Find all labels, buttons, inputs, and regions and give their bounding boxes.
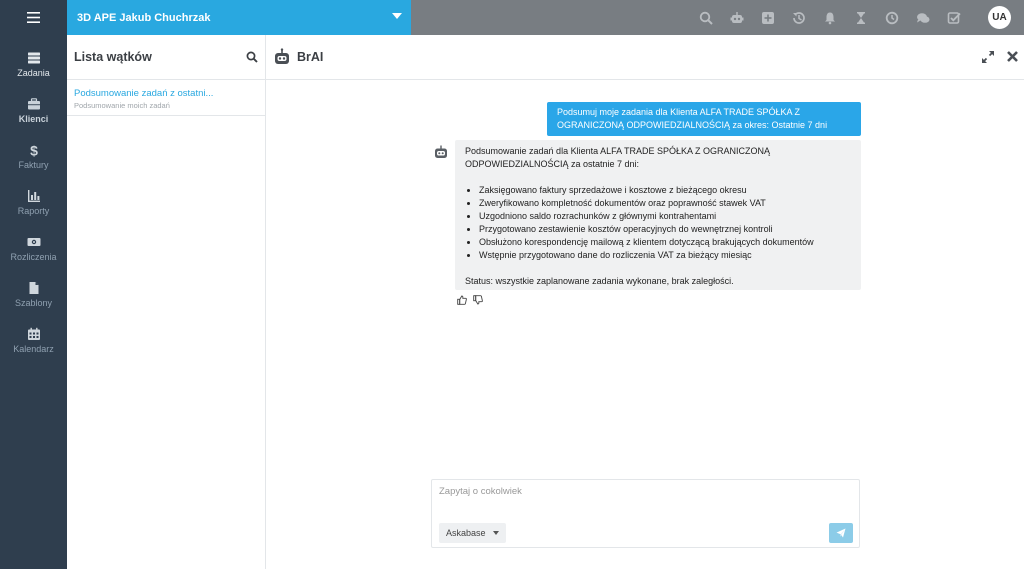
message-feedback xyxy=(457,295,483,305)
bell-icon xyxy=(824,12,835,24)
expand-icon[interactable] xyxy=(981,50,995,64)
add-button[interactable] xyxy=(752,0,783,35)
file-icon xyxy=(29,281,38,294)
top-bar: 3D APE Jakub Chuchrzak UA xyxy=(0,0,1024,35)
sidebar-item-label: Klienci xyxy=(18,113,49,124)
list-item: Wstępnie przygotowano dane do rozliczeni… xyxy=(479,249,851,262)
sidebar-item-szablony[interactable]: Szablony xyxy=(0,271,67,317)
clock-icon xyxy=(885,11,898,24)
svg-text:$: $ xyxy=(30,143,38,157)
company-selector[interactable]: 3D APE Jakub Chuchrzak xyxy=(67,0,411,35)
robot-icon xyxy=(275,48,289,64)
send-button[interactable] xyxy=(829,523,853,543)
caret-down-icon xyxy=(392,13,402,19)
ai-assistant-button[interactable] xyxy=(721,0,752,35)
hamburger-icon xyxy=(27,12,40,23)
chat-title: BrAI xyxy=(297,50,324,64)
chat-icon xyxy=(916,12,929,23)
sidebar-item-label: Raporty xyxy=(17,205,50,216)
thread-list-header: Lista wątków xyxy=(67,35,344,80)
company-name: 3D APE Jakub Chuchrzak xyxy=(77,11,211,24)
sidebar-item-klienci[interactable]: Klienci xyxy=(0,87,67,133)
send-icon xyxy=(836,528,846,538)
sidebar-item-zadania[interactable]: Zadania xyxy=(0,41,67,87)
sidebar-item-label: Szablony xyxy=(14,297,53,308)
sidebar: Zadania Klienci $ Faktury Raporty Rozlic… xyxy=(0,35,67,569)
time-tracking-button[interactable] xyxy=(876,0,907,35)
notifications-button[interactable] xyxy=(814,0,845,35)
search-icon xyxy=(699,11,713,25)
sidebar-item-label: Zadania xyxy=(17,67,50,78)
search-button[interactable] xyxy=(690,0,721,35)
list-item: Uzgodniono saldo rozrachunków z głównymi… xyxy=(479,210,851,223)
money-icon xyxy=(27,237,40,246)
checkbox-icon xyxy=(947,11,961,24)
sidebar-item-faktury[interactable]: $ Faktury xyxy=(0,133,67,179)
sidebar-item-label: Rozliczenia xyxy=(10,251,57,262)
sidebar-item-raporty[interactable]: Raporty xyxy=(0,179,67,225)
bot-message-bubble: Podsumowanie zadań dla Klienta ALFA TRAD… xyxy=(455,140,861,290)
close-icon[interactable] xyxy=(1006,50,1019,63)
list-item: Zaksięgowano faktury sprzedażowe i koszt… xyxy=(479,184,851,197)
thread-list-panel: Lista wątków Podsumowanie zadań z ostatn… xyxy=(67,35,344,569)
knowledge-base-value: Askabase xyxy=(446,528,486,538)
chart-icon xyxy=(27,189,40,202)
list-item: Przygotowano zestawienie kosztów operacy… xyxy=(479,223,851,236)
knowledge-base-select[interactable]: Askabase xyxy=(439,523,506,543)
messages-button[interactable] xyxy=(907,0,938,35)
thumbs-up-icon[interactable] xyxy=(457,295,467,305)
bot-message-intro: Podsumowanie zadań dla Klienta ALFA TRAD… xyxy=(465,146,770,169)
history-icon xyxy=(792,11,805,24)
thread-list-item[interactable]: Podsumowanie zadań z ostatni... Podsumow… xyxy=(67,80,265,116)
thread-title: Podsumowanie zadań z ostatni... xyxy=(74,88,214,99)
hamburger-menu-button[interactable] xyxy=(0,0,67,35)
sidebar-item-rozliczenia[interactable]: Rozliczenia xyxy=(0,225,67,271)
bot-message-status: Status: wszystkie zaplanowane zadania wy… xyxy=(465,276,734,286)
user-avatar[interactable]: UA xyxy=(988,6,1011,29)
sidebar-item-kalendarz[interactable]: Kalendarz xyxy=(0,317,67,363)
list-item: Obsłużono korespondencję mailową z klien… xyxy=(479,236,851,249)
approvals-button[interactable] xyxy=(938,0,969,35)
plus-square-icon xyxy=(761,11,774,24)
robot-icon xyxy=(435,145,447,158)
robot-icon xyxy=(730,11,743,23)
timer-button[interactable] xyxy=(845,0,876,35)
thread-list-title: Lista wątków xyxy=(74,50,152,64)
hourglass-icon xyxy=(856,11,865,24)
bot-message-list: Zaksięgowano faktury sprzedażowe i koszt… xyxy=(479,184,851,262)
tasks-icon xyxy=(27,52,40,63)
calendar-icon xyxy=(27,327,40,340)
top-toolbar xyxy=(690,0,969,35)
sidebar-item-label: Kalendarz xyxy=(13,343,54,354)
thumbs-down-icon[interactable] xyxy=(473,295,483,305)
briefcase-icon xyxy=(27,97,40,109)
caret-down-icon xyxy=(493,531,499,535)
thread-subtitle: Podsumowanie moich zadań xyxy=(74,101,170,110)
dollar-icon: $ xyxy=(30,143,38,157)
chat-panel: BrAI Podsumuj moje zadania dla Klienta A… xyxy=(266,35,1024,569)
list-item: Zweryfikowano kompletność dokumentów ora… xyxy=(479,197,851,210)
chat-header: BrAI xyxy=(266,35,1024,80)
sidebar-item-label: Faktury xyxy=(18,159,49,170)
search-icon[interactable] xyxy=(246,51,258,63)
message-input[interactable] xyxy=(432,480,859,520)
history-button[interactable] xyxy=(783,0,814,35)
user-message-bubble: Podsumuj moje zadania dla Klienta ALFA T… xyxy=(547,102,861,136)
message-composer: Askabase xyxy=(431,479,860,548)
